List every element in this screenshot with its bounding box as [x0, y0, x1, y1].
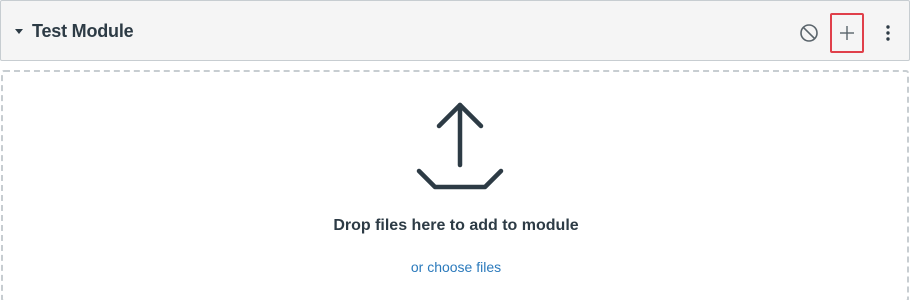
module-header: Test Module [0, 0, 910, 61]
choose-files-link[interactable]: or choose files [3, 259, 909, 275]
module-title: Test Module [32, 21, 134, 41]
plus-icon [840, 26, 854, 40]
module-options-button[interactable] [880, 21, 896, 45]
unpublish-button[interactable] [797, 21, 821, 45]
kebab-menu-icon [886, 25, 890, 41]
no-entry-icon [800, 24, 818, 42]
add-item-button[interactable] [830, 13, 864, 53]
collapse-toggle[interactable] [12, 23, 26, 39]
file-dropzone[interactable]: Drop files here to add to module or choo… [1, 70, 909, 300]
upload-icon [416, 102, 504, 190]
caret-down-icon [15, 28, 23, 34]
dropzone-message: Drop files here to add to module [333, 217, 579, 234]
